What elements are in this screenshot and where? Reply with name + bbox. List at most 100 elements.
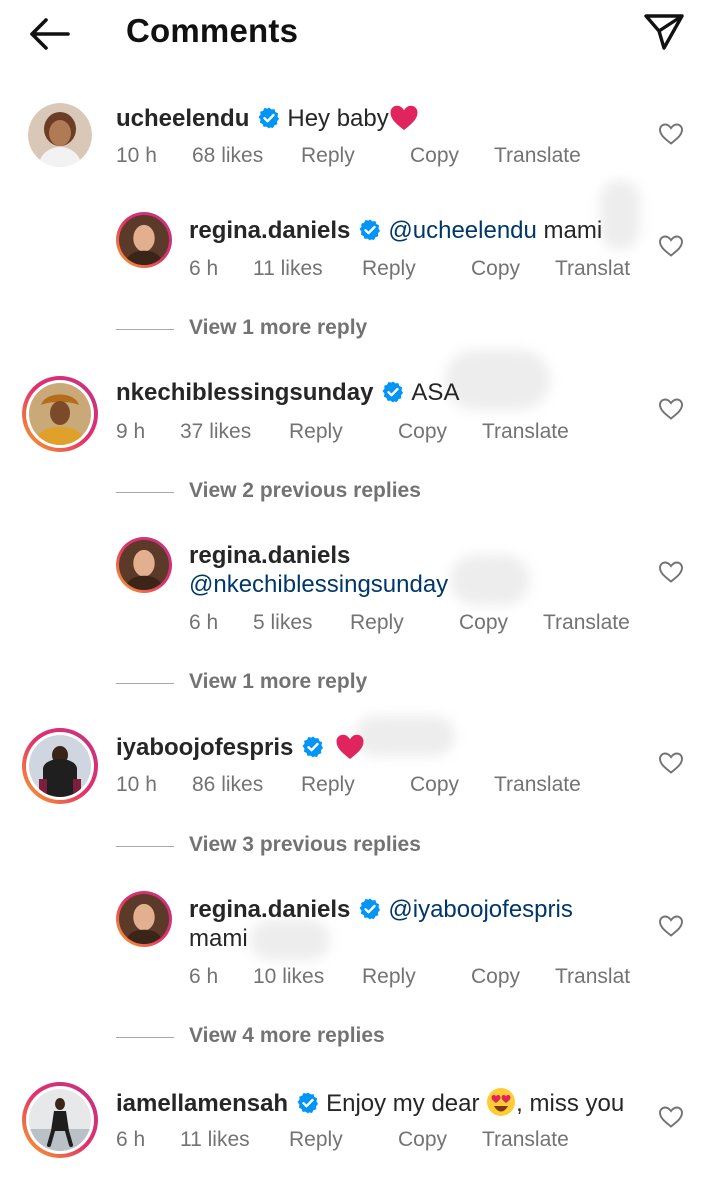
arrow-left-icon xyxy=(30,18,70,50)
verified-badge-icon xyxy=(358,218,382,242)
blur-overlay xyxy=(445,350,550,410)
likes-count[interactable]: 5 likes xyxy=(253,611,313,635)
like-heart-icon[interactable] xyxy=(658,751,684,775)
like-heart-icon[interactable] xyxy=(658,914,684,938)
like-heart-icon[interactable] xyxy=(658,397,684,421)
like-heart-icon[interactable] xyxy=(658,1105,684,1129)
comment-meta: 10 h 86 likes Reply Copy Translate xyxy=(116,773,616,799)
mention-link[interactable]: @iyaboojofespris xyxy=(388,896,572,923)
avatar[interactable] xyxy=(22,376,98,452)
comment-line: regina.daniels xyxy=(189,542,350,570)
comment-line: regina.daniels @ucheelendu mami xyxy=(189,217,602,245)
reply-button[interactable]: Reply xyxy=(301,144,355,168)
likes-count[interactable]: 37 likes xyxy=(180,420,251,444)
translate-button[interactable]: Translate xyxy=(494,773,581,797)
username[interactable]: ucheelendu xyxy=(116,105,249,132)
copy-button[interactable]: Copy xyxy=(410,773,459,797)
verified-badge-icon xyxy=(257,106,281,130)
copy-button[interactable]: Copy xyxy=(471,257,520,281)
reply-button[interactable]: Reply xyxy=(289,1128,343,1152)
divider xyxy=(116,329,174,330)
blur-overlay xyxy=(250,920,330,960)
translate-button[interactable]: Translate xyxy=(543,611,630,635)
translate-button[interactable]: Translate xyxy=(482,1128,569,1152)
avatar[interactable] xyxy=(28,103,92,167)
translate-button[interactable]: Translate xyxy=(482,420,569,444)
translate-button[interactable]: Translate xyxy=(494,144,581,168)
reply-button[interactable]: Reply xyxy=(350,611,404,635)
comment-meta: 6 h 11 likes Reply Copy Translat xyxy=(189,257,649,283)
likes-count[interactable]: 11 likes xyxy=(180,1128,250,1152)
comment-text: ASA xyxy=(411,379,460,406)
like-heart-icon[interactable] xyxy=(658,560,684,584)
username[interactable]: iamellamensah xyxy=(116,1090,288,1117)
share-button[interactable] xyxy=(640,10,686,52)
comment-text-suffix: , miss you xyxy=(516,1090,625,1117)
view-more-label[interactable]: View 3 previous replies xyxy=(189,833,421,857)
reply-button[interactable]: Reply xyxy=(301,773,355,797)
avatar[interactable] xyxy=(22,1082,98,1158)
comment-line: iamellamensah Enjoy my dear , miss you xyxy=(116,1087,624,1118)
comment-time: 6 h xyxy=(116,1128,146,1151)
likes-count[interactable]: 10 likes xyxy=(253,965,324,989)
mention-link[interactable]: @nkechiblessingsunday xyxy=(189,571,448,598)
heart-eyes-emoji-icon xyxy=(487,1088,516,1116)
copy-button[interactable]: Copy xyxy=(398,420,447,444)
profile-photo xyxy=(29,735,91,797)
reply-button[interactable]: Reply xyxy=(362,257,416,281)
comment-time: 9 h xyxy=(116,420,146,443)
avatar[interactable] xyxy=(116,212,172,268)
avatar[interactable] xyxy=(22,728,98,804)
copy-button[interactable]: Copy xyxy=(398,1128,447,1152)
username[interactable]: nkechiblessingsunday xyxy=(116,379,373,406)
profile-photo xyxy=(119,894,169,944)
comment-meta: 6 h 11 likes Reply Copy Translate xyxy=(116,1128,616,1154)
red-heart-emoji-icon xyxy=(335,733,365,761)
like-heart-icon[interactable] xyxy=(658,122,684,146)
blur-overlay xyxy=(355,716,455,756)
translate-button[interactable]: Translat xyxy=(555,965,630,989)
comment-line: nkechiblessingsunday ASA xyxy=(116,379,459,407)
back-button[interactable] xyxy=(26,14,72,54)
verified-badge-icon xyxy=(301,735,325,759)
view-more-label[interactable]: View 1 more reply xyxy=(189,670,367,694)
view-more-label[interactable]: View 2 previous replies xyxy=(189,479,421,503)
comment-text: mami xyxy=(543,217,603,244)
likes-count[interactable]: 68 likes xyxy=(192,144,263,168)
view-more-label[interactable]: View 1 more reply xyxy=(189,316,367,340)
like-heart-icon[interactable] xyxy=(658,234,684,258)
copy-button[interactable]: Copy xyxy=(471,965,520,989)
comment-time: 6 h xyxy=(189,611,219,634)
verified-badge-icon xyxy=(381,380,405,404)
profile-photo xyxy=(29,383,91,445)
translate-button[interactable]: Translat xyxy=(555,257,630,281)
likes-count[interactable]: 11 likes xyxy=(253,257,323,281)
mention-link[interactable]: @ucheelendu xyxy=(388,217,536,244)
paper-plane-icon xyxy=(644,14,684,50)
copy-button[interactable]: Copy xyxy=(410,144,459,168)
comment-meta: 10 h 68 likes Reply Copy Translate xyxy=(116,144,616,170)
username[interactable]: regina.daniels xyxy=(189,217,350,244)
reply-button[interactable]: Reply xyxy=(289,420,343,444)
username[interactable]: regina.daniels xyxy=(189,896,350,923)
blur-overlay xyxy=(600,180,640,250)
reply-button[interactable]: Reply xyxy=(362,965,416,989)
verified-badge-icon xyxy=(296,1091,320,1115)
comment-time: 10 h xyxy=(116,773,157,796)
username[interactable]: regina.daniels xyxy=(189,542,350,569)
avatar[interactable] xyxy=(116,891,172,947)
red-heart-emoji-icon xyxy=(389,104,419,132)
comment-meta: 6 h 5 likes Reply Copy Translate xyxy=(189,611,649,637)
username[interactable]: iyaboojofespris xyxy=(116,734,293,761)
avatar[interactable] xyxy=(116,537,172,593)
comment-line: mami xyxy=(189,925,248,953)
view-more-label[interactable]: View 4 more replies xyxy=(189,1024,385,1048)
comment-text: Enjoy my dear xyxy=(326,1090,480,1117)
comments-header: Comments xyxy=(0,0,720,70)
likes-count[interactable]: 86 likes xyxy=(192,773,263,797)
profile-photo xyxy=(119,540,169,590)
profile-photo xyxy=(28,103,92,167)
verified-badge-icon xyxy=(358,897,382,921)
comment-time: 10 h xyxy=(116,144,157,167)
copy-button[interactable]: Copy xyxy=(459,611,508,635)
